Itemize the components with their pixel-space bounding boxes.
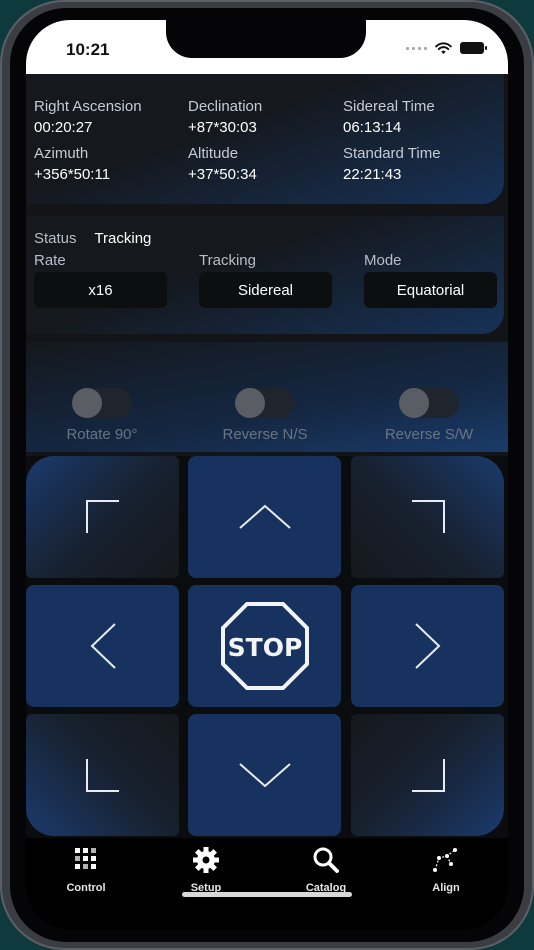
constellation-icon (433, 848, 457, 872)
direction-pad: STOP (26, 456, 508, 838)
toggle-rotate-90: Rotate 90° (26, 388, 182, 443)
stop-sign-icon: STOP (220, 602, 309, 690)
app-screen: 10:21 Right Ascension 00:20:27 Declinati… (26, 20, 508, 930)
toggles-panel: Rotate 90° Reverse N/S Reverse S/W (26, 342, 508, 452)
move-down-left-button[interactable] (26, 714, 179, 836)
tab-control-label: Control (66, 882, 106, 894)
status-row: Status Tracking (34, 230, 151, 247)
stop-label: STOP (227, 633, 302, 662)
move-right-button[interactable] (351, 585, 504, 707)
toggle-reverse-ns: Reverse N/S (185, 388, 345, 443)
corner-up-left-icon (85, 500, 119, 533)
gear-icon (193, 847, 219, 873)
coord-sidereal-time: Sidereal Time 06:13:14 (343, 96, 435, 138)
cell-signal-icon (406, 46, 427, 50)
status-time: 10:21 (66, 40, 110, 59)
move-down-right-button[interactable] (351, 714, 504, 836)
coord-value: 22:21:43 (343, 166, 402, 183)
rotate-90-label: Rotate 90° (66, 426, 138, 443)
coord-label: Azimuth (34, 145, 89, 162)
tracking-select[interactable]: Sidereal (199, 272, 332, 308)
corner-up-right-icon (411, 500, 445, 533)
reverse-sw-label: Reverse S/W (384, 426, 474, 443)
coordinates-panel: Right Ascension 00:20:27 Declination +87… (26, 74, 504, 204)
magnifier-icon (313, 847, 339, 873)
move-up-button[interactable] (188, 456, 341, 578)
tracking-value: Sidereal (237, 281, 294, 299)
coord-label: Sidereal Time (343, 98, 435, 115)
tab-setup[interactable]: Setup (156, 846, 256, 894)
corner-down-right-icon (411, 759, 445, 792)
tab-bar: Control Setup Catalog Align (26, 838, 508, 930)
wifi-icon (435, 41, 452, 54)
status-panel: Status Tracking Rate Tracking Mode x16 S… (26, 216, 504, 334)
tab-control[interactable]: Control (36, 846, 136, 894)
move-left-button[interactable] (26, 585, 179, 707)
coord-right-ascension: Right Ascension 00:20:27 (34, 96, 142, 138)
rotate-90-switch[interactable] (72, 388, 132, 418)
home-indicator[interactable] (182, 892, 352, 897)
coord-altitude: Altitude +37*50:34 (188, 143, 257, 185)
rate-label: Rate (34, 252, 66, 269)
tab-align[interactable]: Align (396, 846, 496, 894)
switch-knob (399, 388, 429, 418)
switch-knob (235, 388, 265, 418)
coord-label: Right Ascension (34, 98, 142, 115)
reverse-ns-label: Reverse N/S (222, 426, 308, 443)
mode-label: Mode (364, 252, 402, 269)
coord-value: +87*30:03 (188, 119, 257, 136)
coord-azimuth: Azimuth +356*50:11 (34, 143, 110, 185)
toggle-reverse-sw: Reverse S/W (349, 388, 508, 443)
tracking-label: Tracking (199, 252, 256, 269)
status-icons (406, 41, 487, 55)
tab-align-label: Align (432, 882, 460, 894)
coord-declination: Declination +87*30:03 (188, 96, 262, 138)
chevron-down-icon (238, 763, 291, 788)
status-bar: 10:21 (26, 20, 508, 74)
coord-label: Altitude (188, 145, 239, 162)
reverse-sw-switch[interactable] (399, 388, 459, 418)
coord-label: Standard Time (343, 145, 441, 162)
rate-value: x16 (88, 281, 113, 299)
switch-knob (72, 388, 102, 418)
stop-button[interactable]: STOP (188, 585, 341, 707)
chevron-left-icon (90, 623, 116, 669)
mode-select[interactable]: Equatorial (364, 272, 497, 308)
tab-catalog[interactable]: Catalog (276, 846, 376, 894)
chevron-up-icon (238, 504, 291, 529)
battery-icon (460, 42, 487, 54)
status-label: Status (34, 230, 77, 247)
control-grid-icon (75, 848, 96, 869)
move-up-left-button[interactable] (26, 456, 179, 578)
move-up-right-button[interactable] (351, 456, 504, 578)
coord-value: +37*50:34 (188, 166, 257, 183)
mode-value: Equatorial (396, 281, 465, 299)
rate-select[interactable]: x16 (34, 272, 167, 308)
status-value: Tracking (94, 230, 152, 247)
move-down-button[interactable] (188, 714, 341, 836)
coord-standard-time: Standard Time 22:21:43 (343, 143, 441, 185)
coord-value: +356*50:11 (34, 166, 111, 183)
corner-down-left-icon (85, 759, 119, 792)
chevron-right-icon (414, 623, 440, 669)
coord-value: 06:13:14 (343, 119, 402, 136)
coord-label: Declination (188, 98, 263, 115)
reverse-ns-switch[interactable] (235, 388, 295, 418)
coord-value: 00:20:27 (34, 119, 93, 136)
notch (166, 20, 366, 58)
